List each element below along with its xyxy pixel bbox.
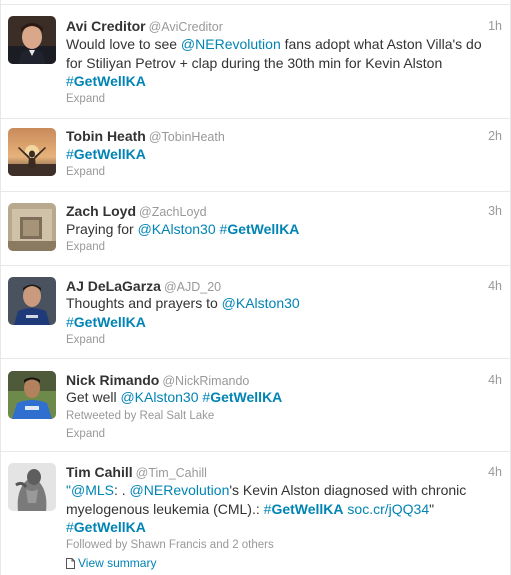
document-icon [66,558,75,572]
expand-link[interactable]: Expand [66,333,105,347]
tweet-timestamp[interactable]: 4h [488,463,502,481]
tweet-fullname[interactable]: Tobin Heath [66,128,146,144]
hashtag-link[interactable]: #GetWellKA [264,501,344,517]
avatar[interactable] [8,203,56,251]
tweet-item[interactable]: Nick Rimando @NickRimando 4h Get well @KA… [1,359,510,452]
tweet-fullname[interactable]: Avi Creditor [66,18,146,34]
text-segment: Praying for [66,221,138,237]
hashtag-link[interactable]: #GetWellKA [66,314,146,330]
avatar[interactable] [8,277,56,325]
hashtag-text: GetWellKA [73,73,146,89]
tweet-item[interactable]: Zach Loyd @ZachLoyd 3h Praying for @KAlst… [1,192,510,266]
tweet-fullname[interactable]: Zach Loyd [66,203,136,219]
tweet-timestamp[interactable]: 3h [488,202,502,220]
text-segment: Thoughts and prayers to [66,295,222,311]
view-summary-label: View summary [78,556,157,570]
text-segment: fans adopt what Aston Villa's do [280,36,482,52]
text-segment: Would love to see [66,36,181,52]
tweet-username[interactable]: @AJD_20 [164,280,221,294]
expand-link[interactable]: Expand [66,240,105,254]
tweet-fullname[interactable]: AJ DeLaGarza [66,278,161,294]
mention-link[interactable]: @KAlston30 [120,389,198,405]
tweet-text: #GetWellKA [66,145,502,164]
mention-link[interactable]: @NERevolution [130,482,230,498]
hashtag-text: GetWellKA [73,519,146,535]
tweet-fullname[interactable]: Nick Rimando [66,372,159,388]
avatar[interactable] [8,128,56,176]
hash-symbol: # [66,146,74,162]
tweet-username[interactable]: @AviCreditor [149,20,223,34]
hashtag-text: GetWellKA [271,500,344,517]
tweet-timestamp[interactable]: 2h [488,127,502,145]
hash-symbol: # [66,73,74,89]
quote-mark: " [429,500,435,517]
tweet-username[interactable]: @TobinHeath [149,130,225,144]
url-link[interactable]: soc.cr/jQQ34 [347,501,429,517]
mention-link[interactable]: @NERevolution [181,36,281,52]
mention-link[interactable]: @MLS [71,482,114,498]
tweet-timeline: Avi Creditor @AviCreditor 1h Would love t… [0,0,511,575]
hashtag-link[interactable]: #GetWellKA [202,389,282,405]
retweeted-by[interactable]: Retweeted by Real Salt Lake [66,409,214,423]
tweet-item[interactable]: Tim Cahill @Tim_Cahill 4h " @MLS: . @NERev… [1,452,510,575]
tweet-text: Get well @KAlston30 #GetWellKA [66,388,502,407]
hashtag-link[interactable]: #GetWellKA [220,221,300,237]
hashtag-link[interactable]: #GetWellKA [66,73,146,89]
tweet-timestamp[interactable]: 4h [488,277,502,295]
tweet-username[interactable]: @ZachLoyd [139,205,207,219]
tweet-username[interactable]: @Tim_Cahill [136,466,207,480]
tweet-username[interactable]: @NickRimando [162,374,249,388]
tweet-item[interactable]: Avi Creditor @AviCreditor 1h Would love t… [1,5,510,119]
expand-link[interactable]: Expand [66,427,105,441]
hashtag-text: GetWellKA [227,221,300,237]
tweet-item[interactable]: Tobin Heath @TobinHeath 2h #GetWellKA Exp… [1,119,510,192]
avatar[interactable] [8,371,56,419]
text-segment: : . [113,482,130,498]
expand-link[interactable]: Expand [66,92,105,106]
tweet-text: Praying for @KAlston30 #GetWellKA [66,220,502,239]
text-segment: myelogenous leukemia (CML).: [66,500,264,517]
text-segment: Get well [66,389,121,405]
expand-link[interactable]: Expand [66,165,105,179]
tweet-text: Would love to see @NERevolution fans ado… [66,35,502,91]
tweet-text: Thoughts and prayers to @KAlston30 #GetW… [66,294,502,331]
hashtag-text: GetWellKA [73,146,146,162]
followed-by[interactable]: Followed by Shawn Francis and 2 others [66,538,274,552]
hashtag-text: GetWellKA [73,313,146,330]
avatar[interactable] [8,463,56,511]
text-segment: 's Kevin Alston diagnosed with chronic [229,482,467,498]
hashtag-text: GetWellKA [210,389,283,405]
hashtag-link[interactable]: #GetWellKA [66,519,146,535]
hash-symbol: # [66,519,74,535]
mention-link[interactable]: @KAlston30 [222,295,300,311]
tweet-text: " @MLS: . @NERevolution's Kevin Alston di… [66,481,502,537]
hash-symbol: # [66,313,74,330]
tweet-fullname[interactable]: Tim Cahill [66,464,133,480]
avatar[interactable] [8,16,56,64]
tweet-timestamp[interactable]: 4h [488,371,502,389]
mention-link[interactable]: @KAlston30 [138,221,216,237]
tweet-item[interactable]: AJ DeLaGarza @AJD_20 4h Thoughts and pray… [1,266,510,359]
hashtag-link[interactable]: #GetWellKA [66,146,146,162]
text-segment: for Stiliyan Petrov + clap during the 30… [66,54,443,71]
tweet-timestamp[interactable]: 1h [488,17,502,35]
view-summary-link[interactable]: View summary [66,556,156,572]
